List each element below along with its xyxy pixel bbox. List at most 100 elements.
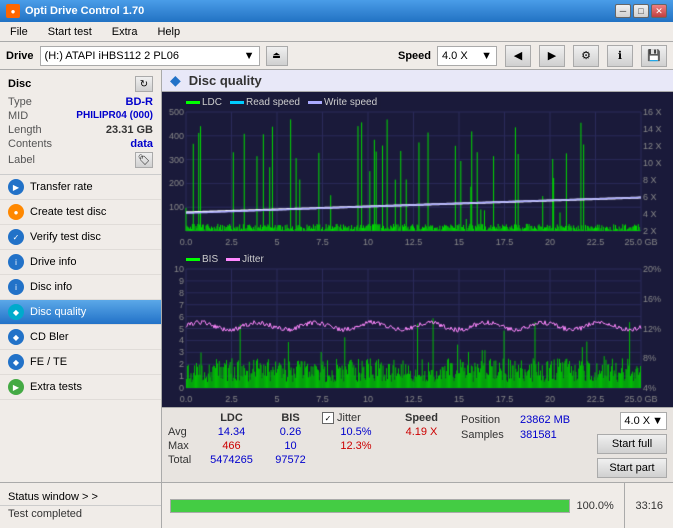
ldc-legend-color <box>186 101 200 104</box>
menu-file[interactable]: File <box>4 25 34 39</box>
label-label: Label <box>8 154 35 166</box>
cd-bler-icon: ◆ <box>8 329 24 345</box>
settings-button[interactable]: ⚙ <box>573 45 599 67</box>
sidebar-item-create-test-disc[interactable]: ● Create test disc <box>0 200 161 225</box>
speed-dropdown-value: 4.0 X <box>624 415 650 427</box>
length-value: 23.31 GB <box>106 124 153 136</box>
window-controls: ─ □ ✕ <box>615 4 667 18</box>
fe-te-icon: ◆ <box>8 354 24 370</box>
progress-bar-inner <box>171 500 569 512</box>
speed-select[interactable]: 4.0 X ▼ <box>437 46 497 66</box>
disc-info-icon: i <box>8 279 24 295</box>
total-ldc: 5474265 <box>204 454 259 466</box>
test-completed-text: Test completed <box>0 506 161 522</box>
sidebar-item-drive-info[interactable]: i Drive info <box>0 250 161 275</box>
start-part-button[interactable]: Start part <box>597 458 667 478</box>
max-ldc: 466 <box>204 440 259 452</box>
speed-label: Speed <box>398 50 431 62</box>
eject-button[interactable]: ⏏ <box>266 46 288 66</box>
titlebar: ● Opti Drive Control 1.70 ─ □ ✕ <box>0 0 673 22</box>
extra-tests-icon: ▶ <box>8 379 24 395</box>
verify-test-disc-label: Verify test disc <box>30 231 101 243</box>
drivebar: Drive (H:) ATAPI iHBS112 2 PL06 ▼ ⏏ Spee… <box>0 42 673 70</box>
avg-bis: 0.26 <box>263 426 318 438</box>
ldc-header: LDC <box>204 412 259 424</box>
status-area: Status window > > Test completed 100.0% … <box>0 482 673 528</box>
info-button[interactable]: ℹ <box>607 45 633 67</box>
app-icon: ● <box>6 4 20 18</box>
minimize-button[interactable]: ─ <box>615 4 631 18</box>
progress-area: 100.0% <box>162 483 624 528</box>
disc-info-label: Disc info <box>30 281 72 293</box>
test-completed-label: Test completed <box>8 508 82 520</box>
contents-value: data <box>130 138 153 150</box>
mid-value: PHILIPR04 (000) <box>76 110 153 122</box>
sidebar-item-verify-test-disc[interactable]: ✓ Verify test disc <box>0 225 161 250</box>
progress-bar-outer <box>170 499 570 513</box>
label-icon-button[interactable]: 🏷 <box>135 152 153 168</box>
save-button[interactable]: 💾 <box>641 45 667 67</box>
content-area: ◆ Disc quality LDC Read speed <box>162 70 673 482</box>
lower-chart-canvas <box>164 251 671 406</box>
sidebar-item-transfer-rate[interactable]: ▶ Transfer rate <box>0 175 161 200</box>
menu-extra[interactable]: Extra <box>106 25 144 39</box>
sidebar-item-extra-tests[interactable]: ▶ Extra tests <box>0 375 161 400</box>
total-label: Total <box>168 454 200 466</box>
avg-label: Avg <box>168 426 200 438</box>
disc-quality-icon: ◆ <box>8 304 24 320</box>
length-label: Length <box>8 124 42 136</box>
verify-test-disc-icon: ✓ <box>8 229 24 245</box>
samples-value: 381581 <box>520 429 557 441</box>
extra-tests-label: Extra tests <box>30 381 82 393</box>
jitter-legend-color <box>226 258 240 261</box>
app-title: Opti Drive Control 1.70 <box>25 5 144 17</box>
max-jitter: 12.3% <box>322 440 390 452</box>
ldc-legend-label: LDC <box>202 97 222 108</box>
next-button[interactable]: ▶ <box>539 45 565 67</box>
samples-label: Samples <box>461 429 516 441</box>
speed-dropdown-display[interactable]: 4.0 X ▼ <box>620 412 667 430</box>
disc-refresh-button[interactable]: ↻ <box>135 76 153 92</box>
menu-start-test[interactable]: Start test <box>42 25 98 39</box>
drive-info-label: Drive info <box>30 256 76 268</box>
sidebar-item-disc-quality[interactable]: ◆ Disc quality <box>0 300 161 325</box>
disc-panel-title: Disc <box>8 78 31 90</box>
write-speed-legend-color <box>308 101 322 104</box>
jitter-checkbox[interactable]: ✓ <box>322 412 334 424</box>
sidebar-item-fe-te[interactable]: ◆ FE / TE <box>0 350 161 375</box>
disc-quality-title: Disc quality <box>189 73 262 88</box>
upper-chart: LDC Read speed Write speed <box>164 94 671 249</box>
sidebar-item-cd-bler[interactable]: ◆ CD Bler <box>0 325 161 350</box>
bis-header: BIS <box>263 412 318 424</box>
drive-dropdown-icon: ▼ <box>244 50 255 62</box>
start-full-button[interactable]: Start full <box>597 434 667 454</box>
status-window-label: Status window > > <box>8 491 98 503</box>
jitter-header: Jitter <box>337 412 361 424</box>
close-button[interactable]: ✕ <box>651 4 667 18</box>
max-bis: 10 <box>263 440 318 452</box>
progress-text: 100.0% <box>576 500 616 512</box>
bis-legend-color <box>186 258 200 261</box>
speed-dropdown-icon: ▼ <box>481 50 492 62</box>
drive-select[interactable]: (H:) ATAPI iHBS112 2 PL06 ▼ <box>40 46 260 66</box>
mid-label: MID <box>8 110 28 122</box>
read-speed-legend-label: Read speed <box>246 97 300 108</box>
maximize-button[interactable]: □ <box>633 4 649 18</box>
prev-button[interactable]: ◀ <box>505 45 531 67</box>
status-window-button[interactable]: Status window > > <box>0 489 161 506</box>
position-value: 23862 MB <box>520 414 570 426</box>
sidebar-item-disc-info[interactable]: i Disc info <box>0 275 161 300</box>
avg-ldc: 14.34 <box>204 426 259 438</box>
read-speed-legend-color <box>230 101 244 104</box>
drive-value: (H:) ATAPI iHBS112 2 PL06 <box>45 50 180 62</box>
menu-help[interactable]: Help <box>151 25 186 39</box>
sidebar-menu: ▶ Transfer rate ● Create test disc ✓ Ver… <box>0 175 161 400</box>
transfer-rate-icon: ▶ <box>8 179 24 195</box>
drive-label: Drive <box>6 50 34 62</box>
max-label: Max <box>168 440 200 452</box>
position-label: Position <box>461 414 516 426</box>
disc-panel: Disc ↻ Type BD-R MID PHILIPR04 (000) Len… <box>0 70 161 175</box>
time-display: 33:16 <box>624 483 673 528</box>
sidebar: Disc ↻ Type BD-R MID PHILIPR04 (000) Len… <box>0 70 162 482</box>
create-test-disc-icon: ● <box>8 204 24 220</box>
